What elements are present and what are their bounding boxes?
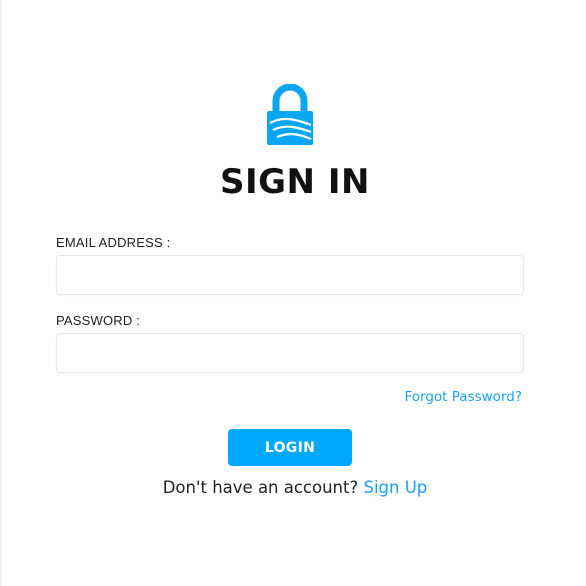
page-title: SIGN IN xyxy=(220,162,370,202)
email-field[interactable] xyxy=(56,255,524,295)
forgot-password-link[interactable]: Forgot Password? xyxy=(405,389,523,405)
signup-prompt-text: Don't have an account? xyxy=(162,478,364,497)
signup-link[interactable]: Sign Up xyxy=(364,478,428,497)
padlock-icon xyxy=(267,84,313,145)
login-button[interactable]: LOGIN xyxy=(228,429,352,466)
signup-prompt-row: Don't have an account? Sign Up xyxy=(2,478,586,498)
email-label: EMAIL ADDRESS : xyxy=(56,235,171,250)
password-field[interactable] xyxy=(56,333,524,373)
password-label: PASSWORD : xyxy=(56,313,141,328)
sign-in-page: SIGN IN EMAIL ADDRESS : PASSWORD : Forgo… xyxy=(0,0,586,586)
